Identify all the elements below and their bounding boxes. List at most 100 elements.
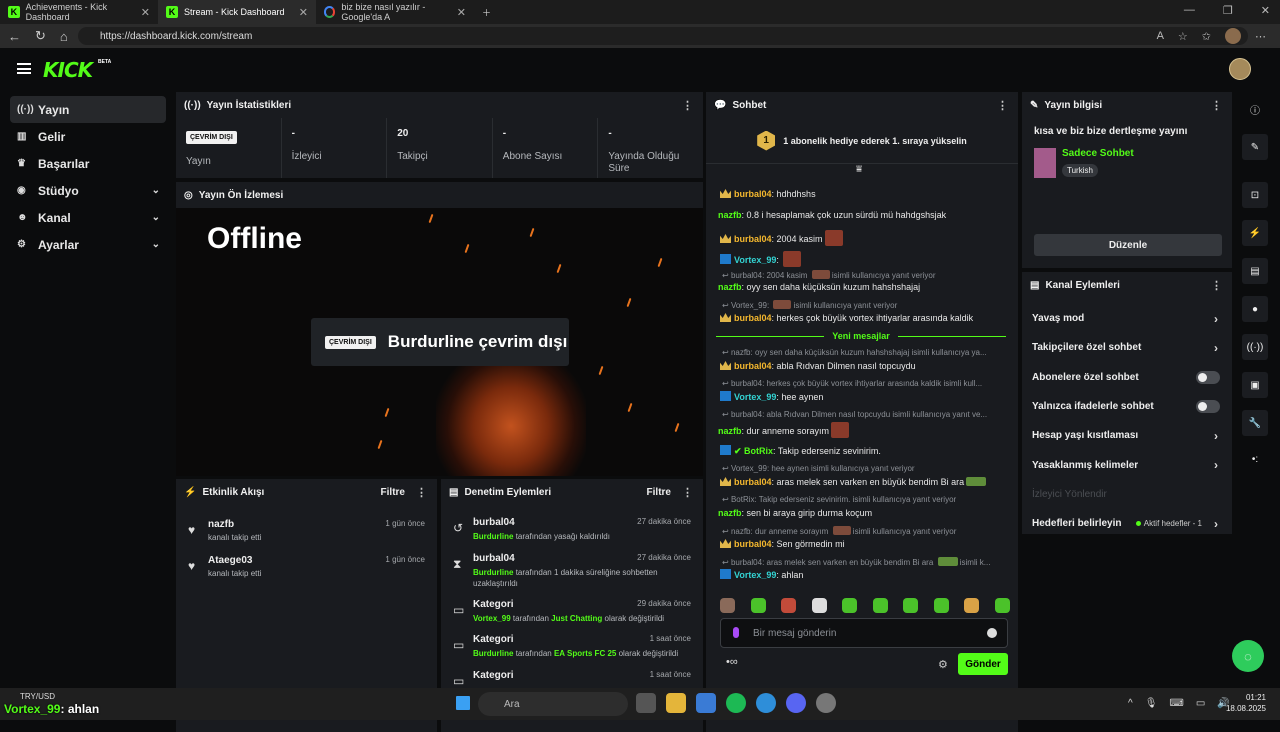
sidebar-item-kanal[interactable]: ☻ Kanal ⌄ <box>10 204 166 231</box>
network-icon[interactable]: ▭ <box>1196 698 1205 709</box>
panel-menu-icon[interactable]: ⋮ <box>416 486 427 499</box>
action-followers-only[interactable]: Takipçilere özel sohbet › <box>1022 333 1232 362</box>
chat-username[interactable]: Vortex_99 <box>734 392 776 402</box>
sidebar-item-studyo[interactable]: ◉ Stüdyo ⌄ <box>10 177 166 204</box>
microphone-icon[interactable]: 🎙 <box>1145 698 1158 709</box>
emote-button[interactable] <box>720 598 735 613</box>
chevron-up-icon[interactable]: ^ <box>1128 698 1133 709</box>
sidebar-item-basarilar[interactable]: ♛ Başarılar <box>10 150 166 177</box>
file-explorer-icon[interactable] <box>666 693 686 713</box>
browser-tab-achievements[interactable]: K Achievements - Kick Dashboard ✕ <box>0 0 158 24</box>
chat-username[interactable]: burbal04 <box>734 189 772 199</box>
taskbar-search[interactable]: Ara <box>478 692 628 716</box>
help-chat-button[interactable]: ◌ <box>1232 640 1264 672</box>
chat-username[interactable]: nazfb <box>718 282 742 292</box>
chat-input[interactable]: Bir mesaj gönderin <box>720 618 1008 648</box>
minimize-icon[interactable]: — <box>1184 4 1195 17</box>
chat-username[interactable]: Vortex_99 <box>734 570 776 580</box>
windows-start-icon[interactable] <box>456 696 470 710</box>
discord-icon[interactable] <box>786 693 806 713</box>
read-aloud-icon[interactable]: A <box>1157 30 1164 42</box>
browser-tab-google[interactable]: biz bize nasıl yazılır - Google'da A ✕ <box>316 0 474 24</box>
microphone-icon[interactable] <box>733 627 739 638</box>
gift-sub-banner[interactable]: 1 1 abonelik hediye ederek 1. sıraya yüks… <box>706 118 1018 164</box>
keyboard-icon[interactable]: ⌨ <box>1169 698 1183 709</box>
category-name[interactable]: Sadece Sohbet <box>1062 148 1134 159</box>
document-icon[interactable]: ▤ <box>1242 258 1268 284</box>
emote-button[interactable] <box>842 598 858 613</box>
emote-button[interactable] <box>903 598 919 613</box>
panel-menu-icon[interactable]: ⋮ <box>1211 279 1222 292</box>
home-icon[interactable]: ⌂ <box>60 29 68 44</box>
action-slow-mode[interactable]: Yavaş mod › <box>1022 304 1232 333</box>
spotify-icon[interactable] <box>726 693 746 713</box>
store-icon[interactable] <box>696 693 716 713</box>
close-window-icon[interactable]: ✕ <box>1261 4 1270 17</box>
close-tab-icon[interactable]: ✕ <box>457 6 466 19</box>
apps-icon[interactable]: •: <box>1242 446 1268 472</box>
broadcast-icon[interactable]: ((·)) <box>1242 334 1268 360</box>
favorite-star-icon[interactable]: ☆ <box>1178 30 1188 43</box>
action-account-age[interactable]: Hesap yaşı kısıtlaması › <box>1022 421 1232 450</box>
reply-context[interactable]: ↩ burbal04: abla Rıdvan Dilmen nasıl top… <box>722 410 1008 419</box>
reply-context[interactable]: ↩ Vortex_99: hee aynen isimli kullanıcıy… <box>722 464 1008 473</box>
send-button[interactable]: Gönder <box>958 653 1008 675</box>
edit-button[interactable]: Düzenle <box>1034 234 1222 256</box>
close-tab-icon[interactable]: ✕ <box>141 6 150 19</box>
emote-button[interactable] <box>994 598 1010 613</box>
panel-menu-icon[interactable]: ⋮ <box>682 99 693 112</box>
emotes-only-toggle[interactable] <box>1196 400 1220 414</box>
reload-icon[interactable]: ↻ <box>35 28 46 44</box>
chat-username[interactable]: nazfb <box>718 426 742 436</box>
panel-menu-icon[interactable]: ⋮ <box>1211 99 1222 112</box>
infinity-icon[interactable]: •∞ <box>726 656 738 668</box>
user-avatar[interactable] <box>1229 58 1251 80</box>
info-icon[interactable]: ⓘ <box>1242 96 1268 122</box>
panel-menu-icon[interactable]: ⋮ <box>997 99 1008 112</box>
subscribers-only-toggle[interactable] <box>1196 370 1220 384</box>
reply-context[interactable]: ↩ nazfb: oyy sen daha küçüksün kuzum hah… <box>722 348 1008 357</box>
chat-username[interactable]: burbal04 <box>734 361 772 371</box>
emote-button[interactable] <box>750 598 766 613</box>
emote-button[interactable] <box>872 598 888 613</box>
reply-context[interactable]: ↩ nazfb: dur anneme sorayım isimli kulla… <box>722 526 1008 536</box>
chat-bubble-icon[interactable]: ● <box>1242 296 1268 322</box>
sidebar-item-yayin[interactable]: ((·)) Yayın <box>10 96 166 123</box>
wrench-icon[interactable]: 🔧 <box>1242 410 1268 436</box>
new-tab-button[interactable]: ＋ <box>474 0 504 24</box>
chat-settings-icon[interactable]: ⚙ <box>938 658 948 671</box>
sidebar-item-gelir[interactable]: ▥ Gelir <box>10 123 166 150</box>
reply-context[interactable]: ↩ burbal04: aras melek sen varken en büy… <box>722 557 1008 567</box>
chat-username[interactable]: burbal04 <box>734 313 772 323</box>
chat-username[interactable]: nazfb <box>718 508 742 518</box>
filter-button[interactable]: Filtre <box>381 487 405 498</box>
maximize-icon[interactable]: ❐ <box>1223 4 1233 17</box>
chat-username[interactable]: burbal04 <box>734 477 772 487</box>
favorites-icon[interactable]: ✩ <box>1202 30 1211 43</box>
emote-button[interactable] <box>964 598 980 613</box>
chat-username[interactable]: BotRix <box>744 446 773 456</box>
kick-logo[interactable]: KICK <box>43 58 93 82</box>
chat-username[interactable]: nazfb <box>718 210 742 220</box>
profile-avatar[interactable] <box>1225 28 1241 44</box>
menu-dots-icon[interactable]: ⋯ <box>1255 30 1266 43</box>
address-bar[interactable]: https://dashboard.kick.com/stream <box>78 27 1248 45</box>
shield-icon[interactable]: ▣ <box>1242 372 1268 398</box>
filter-button[interactable]: Filtre <box>647 487 671 498</box>
action-goals[interactable]: Hedefleri belirleyin Aktif hedefler - 1 › <box>1022 509 1232 534</box>
reply-context[interactable]: ↩ burbal04: 2004 kasim isimli kullanıcıy… <box>722 270 1008 280</box>
emote-button[interactable] <box>933 598 949 613</box>
chat-username[interactable]: Vortex_99 <box>734 255 776 265</box>
chat-username[interactable]: burbal04 <box>734 234 772 244</box>
panel-menu-icon[interactable]: ⋮ <box>682 486 693 499</box>
close-tab-icon[interactable]: ✕ <box>299 6 308 19</box>
bolt-icon[interactable]: ⚡ <box>1242 220 1268 246</box>
emote-button[interactable] <box>811 598 827 613</box>
pinned-toggle-icon[interactable]: ⩸ <box>856 164 862 175</box>
steam-icon[interactable] <box>816 693 836 713</box>
edge-icon[interactable] <box>756 693 776 713</box>
pencil-icon[interactable]: ✎ <box>1242 134 1268 160</box>
back-icon[interactable]: ← <box>8 29 21 44</box>
emoji-picker-icon[interactable] <box>987 628 997 638</box>
hamburger-menu-icon[interactable] <box>17 63 31 74</box>
